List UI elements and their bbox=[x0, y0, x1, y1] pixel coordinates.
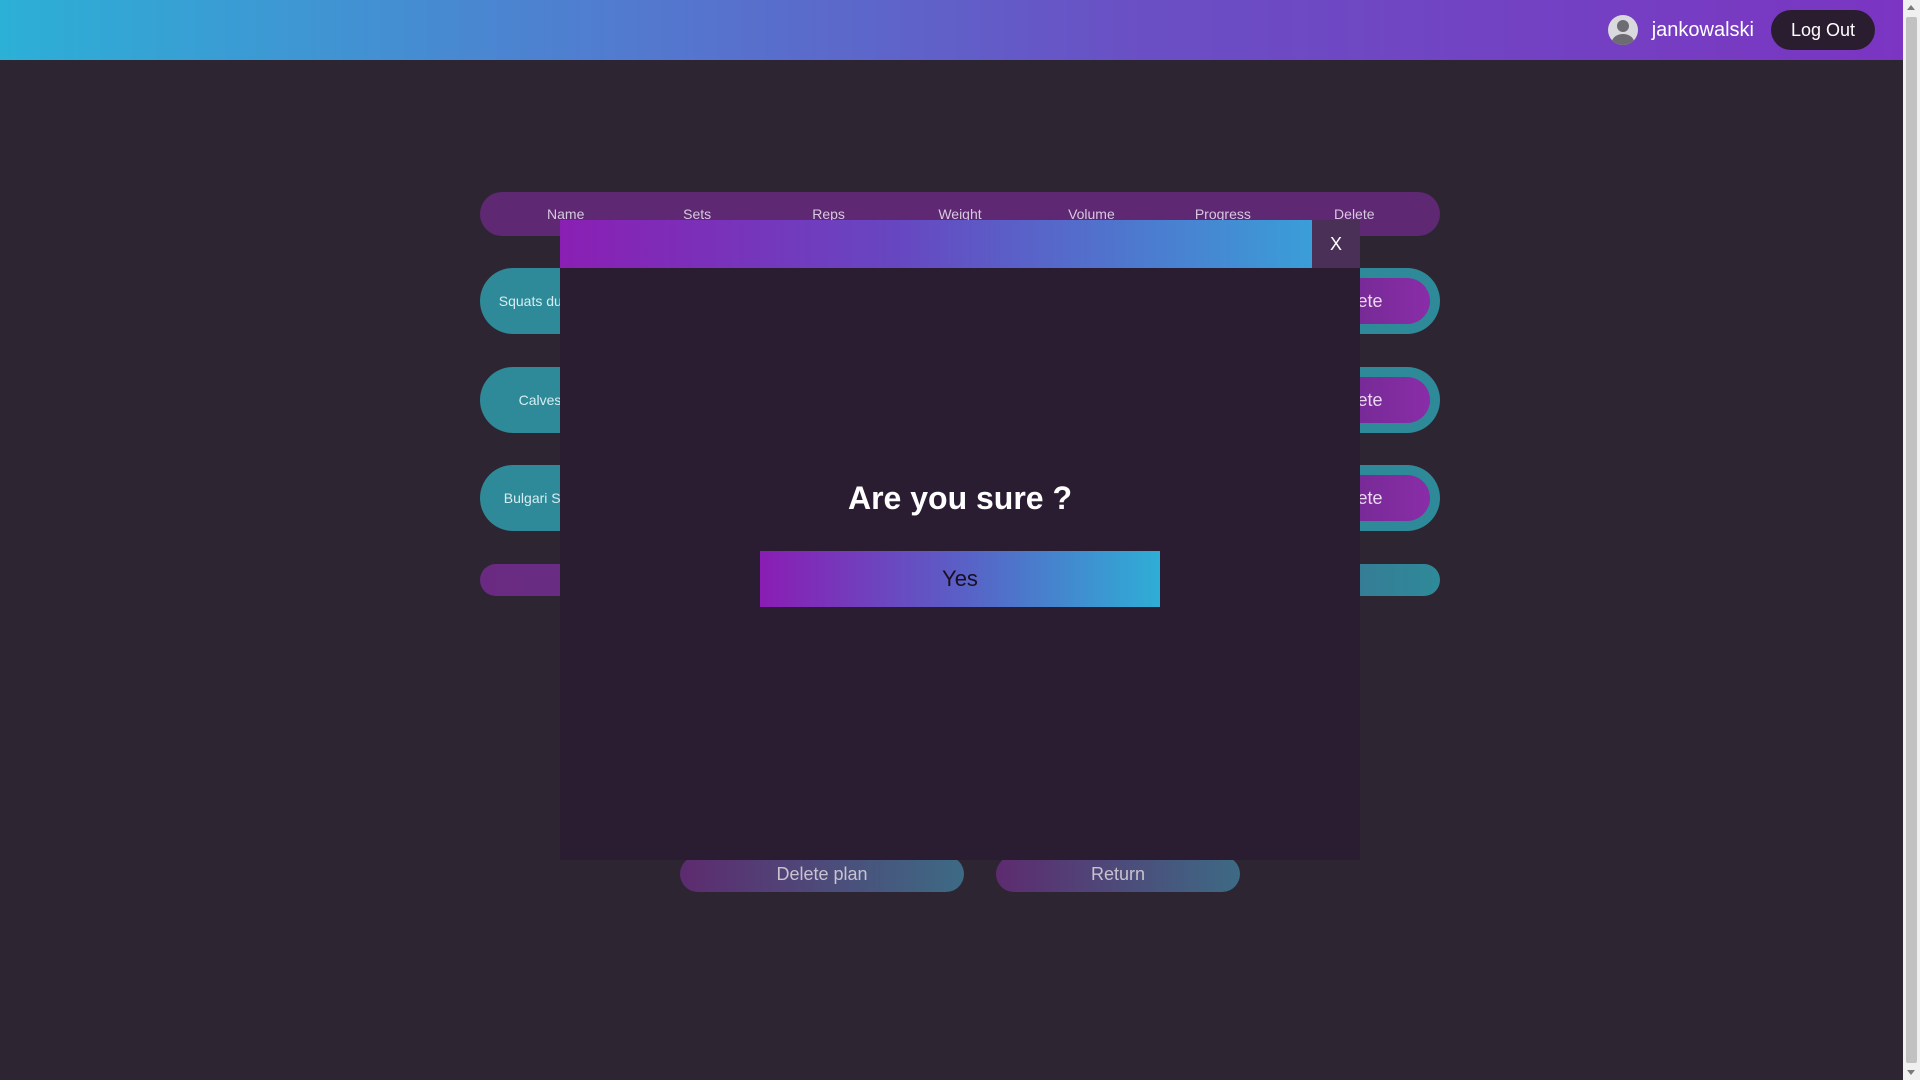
scrollbar-thumb[interactable] bbox=[1906, 17, 1917, 1063]
confirm-modal: X Are you sure ? Yes bbox=[560, 220, 1360, 860]
username-label: jankowalski bbox=[1651, 18, 1754, 41]
top-nav-bar: jankowalski Log Out bbox=[0, 0, 1903, 60]
close-icon[interactable]: X bbox=[1312, 220, 1360, 268]
scroll-up-icon[interactable] bbox=[1907, 5, 1915, 10]
scroll-down-icon[interactable] bbox=[1907, 1070, 1915, 1075]
confirm-yes-button[interactable]: Yes bbox=[760, 551, 1160, 607]
modal-title: Are you sure ? bbox=[847, 480, 1073, 516]
user-avatar-icon[interactable] bbox=[1607, 15, 1638, 45]
delete-plan-button[interactable]: Delete plan bbox=[680, 856, 964, 892]
modal-header bbox=[560, 220, 1312, 268]
vertical-scrollbar[interactable] bbox=[1903, 0, 1920, 1080]
return-button[interactable]: Return bbox=[996, 856, 1240, 892]
logout-button[interactable]: Log Out bbox=[1770, 10, 1875, 50]
